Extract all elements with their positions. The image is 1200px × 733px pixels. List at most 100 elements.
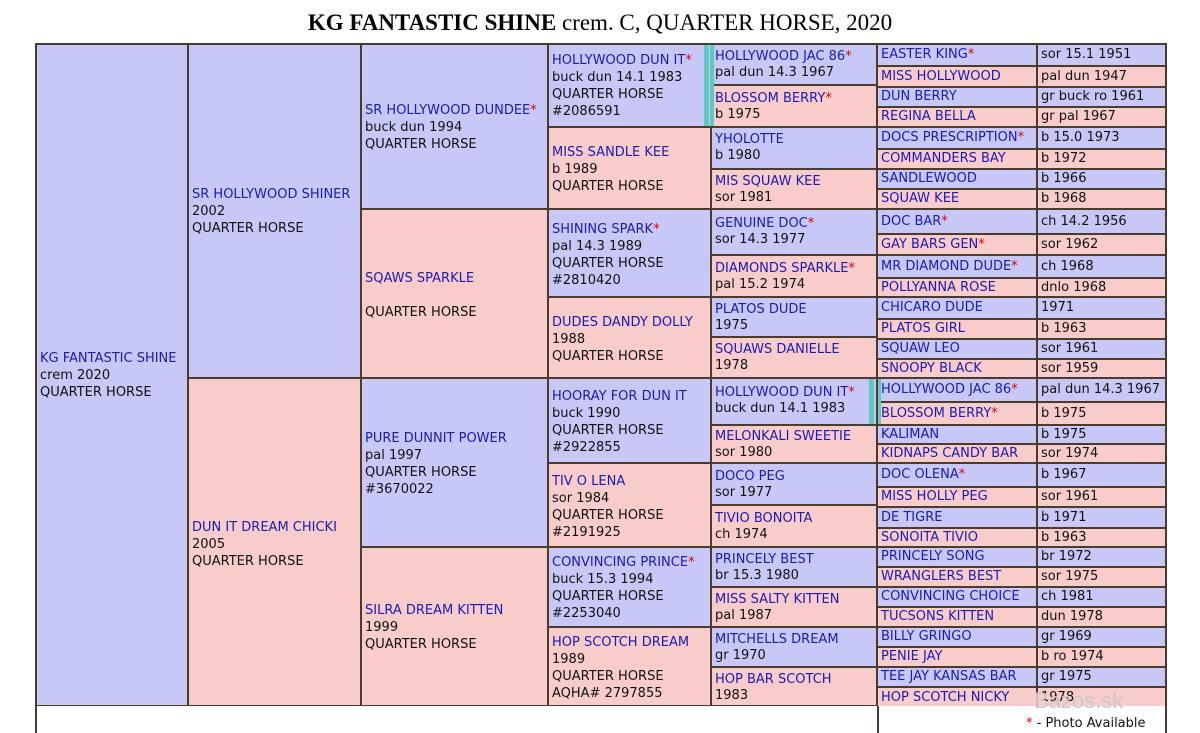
horse-gen6-name: PLATOS GIRL — [876, 318, 1038, 340]
page-title: KG FANTASTIC SHINE crem. C, QUARTER HORS… — [307, 10, 893, 35]
horse-gen6-name: KIDNAPS CANDY BAR — [876, 443, 1038, 464]
horse-gen5: BLOSSOM BERRY* b 1975 — [710, 84, 878, 128]
horse-gen6-name: CONVINCING CHOICE — [876, 586, 1038, 608]
horse-gen6-info: b 1967 — [1036, 462, 1167, 488]
horse-gen6-info: b 1971 — [1036, 506, 1167, 529]
horse-gen5: GENUINE DOC* sor 14.3 1977 — [710, 208, 878, 256]
horse-gen4: SHINING SPARK* pal 14.3 1989 QUARTER HOR… — [547, 208, 712, 298]
horse-gen5: MISS SALTY KITTEN pal 1987 — [710, 586, 878, 628]
horse-gen5: MIS SQUAW KEE sor 1981 — [710, 168, 878, 210]
horse-gen6-name: WRANGLERS BEST — [876, 566, 1038, 588]
horse-gen5: HOP BAR SCOTCH 1983 — [710, 666, 878, 707]
horse-gen6-name: COMMANDERS BAY — [876, 148, 1038, 170]
horse-gen5: SQUAWS DANIELLE 1978 — [710, 336, 878, 379]
horse-gen6-info: b 1966 — [1036, 168, 1167, 190]
photo-marker — [878, 379, 881, 424]
horse-gen6-info: ch 14.2 1956 — [1036, 208, 1167, 235]
photo-marker — [710, 45, 714, 126]
horse-name: DUN IT DREAM CHICKI — [192, 520, 337, 535]
horse-gen4: HOLLYWOOD DUN IT* buck dun 14.1 1983 QUA… — [547, 43, 712, 128]
footer-bar — [35, 706, 1167, 733]
horse-gen4: CONVINCING PRINCE* buck 15.3 1994 QUARTE… — [547, 546, 712, 628]
horse-gen4: TIV O LENA sor 1984 QUARTER HORSE #21919… — [547, 462, 712, 548]
horse-gen6-info: sor 1961 — [1036, 338, 1167, 360]
horse-gen5: TIVIO BONOITA ch 1974 — [710, 504, 878, 548]
horse-gen6-info: pal dun 1947 — [1036, 65, 1167, 88]
horse-gen5: DIAMONDS SPARKLE* pal 15.2 1974 — [710, 254, 878, 298]
horse-gen6-name: DOCS PRESCRIPTION* — [876, 126, 1038, 150]
horse-subject: KG FANTASTIC SHINE crem 2020 QUARTER HOR… — [35, 43, 189, 707]
horse-gen5: YHOLOTTE b 1980 — [710, 126, 878, 170]
horse-gen6-info: gr pal 1967 — [1036, 106, 1167, 128]
horse-gen6-info: 1971 — [1036, 296, 1167, 320]
horse-gen6-name: KALIMAN — [876, 424, 1038, 445]
horse-gen5: DOCO PEG sor 1977 — [710, 462, 878, 506]
horse-gen6-name: SONOITA TIVIO — [876, 527, 1038, 548]
horse-gen6-name: DOC BAR* — [876, 208, 1038, 235]
horse-gen6-name: HOLLYWOOD JAC 86* — [876, 377, 1038, 403]
horse-gen6-info: gr 1969 — [1036, 626, 1167, 648]
horse-gen6-name: BILLY GRINGO — [876, 626, 1038, 648]
horse-gen4: MISS SANDLE KEE b 1989 QUARTER HORSE — [547, 126, 712, 210]
horse-gen6-name: PENIE JAY — [876, 646, 1038, 668]
horse-gen6-info: b ro 1974 — [1036, 646, 1167, 668]
horse-gen6-info: sor 15.1 1951 — [1036, 43, 1167, 67]
horse-gen6-name: SNOOPY BLACK — [876, 358, 1038, 379]
horse-gen6-name: CHICARO DUDE — [876, 296, 1038, 320]
photo-marker — [869, 379, 874, 424]
horse-gen6-info: sor 1959 — [1036, 358, 1167, 379]
horse-gen6-info: b 15.0 1973 — [1036, 126, 1167, 150]
horse-gen6-info: ch 1981 — [1036, 586, 1167, 608]
horse-gen6-info: b 1968 — [1036, 188, 1167, 210]
horse-gen6-info: b 1975 — [1036, 401, 1167, 426]
horse-gen6-info: b 1963 — [1036, 318, 1167, 340]
horse-gen5: PLATOS DUDE 1975 — [710, 296, 878, 338]
watermark: Bazos.sk — [1034, 688, 1124, 713]
horse-gen6-name: MR DIAMOND DUDE* — [876, 254, 1038, 279]
horse-gen6-name: SANDLEWOOD — [876, 168, 1038, 190]
horse-gen6-name: MISS HOLLY PEG — [876, 486, 1038, 508]
horse-gen6-info: dun 1978 — [1036, 606, 1167, 628]
horse-gen4: HOP SCOTCH DREAM 1989 QUARTER HORSE AQHA… — [547, 626, 712, 707]
photo-marker — [704, 45, 709, 126]
horse-gen6-name: TEE JAY KANSAS BAR — [876, 666, 1038, 688]
horse-gen6-info: gr buck ro 1961 — [1036, 86, 1167, 108]
horse-gen6-info: sor 1961 — [1036, 486, 1167, 508]
horse-name: KG FANTASTIC SHINE — [40, 351, 177, 366]
horse-gen5: HOLLYWOOD DUN IT* buck dun 14.1 1983 — [710, 377, 878, 426]
horse-gen3: SILRA DREAM KITTEN 1999 QUARTER HORSE — [360, 546, 549, 707]
horse-gen3: PURE DUNNIT POWER pal 1997 QUARTER HORSE… — [360, 377, 549, 548]
horse-gen4: DUDES DANDY DOLLY 1988 QUARTER HORSE — [547, 296, 712, 379]
horse-gen6-info: sor 1962 — [1036, 233, 1167, 256]
horse-gen5: MITCHELLS DREAM gr 1970 — [710, 626, 878, 668]
horse-gen6-info: b 1963 — [1036, 527, 1167, 548]
horse-gen3: SQAWS SPARKLE QUARTER HORSE — [360, 208, 549, 379]
horse-gen6-name: TUCSONS KITTEN — [876, 606, 1038, 628]
horse-gen6-name: SQUAW KEE — [876, 188, 1038, 210]
horse-gen6-name: GAY BARS GEN* — [876, 233, 1038, 256]
horse-name: SR HOLLYWOOD SHINER — [192, 187, 351, 202]
horse-gen5: MELONKALI SWEETIE sor 1980 — [710, 424, 878, 464]
photo-legend: * - Photo Available — [1026, 716, 1146, 731]
horse-gen5: PRINCELY BEST br 15.3 1980 — [710, 546, 878, 588]
horse-dam: DUN IT DREAM CHICKI 2005 QUARTER HORSE — [187, 377, 362, 707]
horse-gen6-info: sor 1975 — [1036, 566, 1167, 588]
horse-gen6-info: dnlo 1968 — [1036, 277, 1167, 298]
horse-gen6-info: pal dun 14.3 1967 — [1036, 377, 1167, 403]
horse-gen6-name: DE TIGRE — [876, 506, 1038, 529]
horse-gen6-name: BLOSSOM BERRY* — [876, 401, 1038, 426]
horse-sire: SR HOLLYWOOD SHINER 2002 QUARTER HORSE — [187, 43, 362, 379]
horse-gen6-name: POLLYANNA ROSE — [876, 277, 1038, 298]
horse-gen6-info: sor 1974 — [1036, 443, 1167, 464]
horse-gen6-info: b 1972 — [1036, 148, 1167, 170]
horse-gen6-name: DOC OLENA* — [876, 462, 1038, 488]
horse-gen6-name: DUN BERRY — [876, 86, 1038, 108]
horse-gen6-name: MISS HOLLYWOOD — [876, 65, 1038, 88]
divider — [877, 706, 879, 733]
horse-gen6-name: EASTER KING* — [876, 43, 1038, 67]
horse-gen6-info: gr 1975 — [1036, 666, 1167, 688]
horse-gen4: HOORAY FOR DUN IT buck 1990 QUARTER HORS… — [547, 377, 712, 464]
horse-gen6-name: REGINA BELLA — [876, 106, 1038, 128]
horse-gen6-info: ch 1968 — [1036, 254, 1167, 279]
horse-gen6-info: b 1975 — [1036, 424, 1167, 445]
